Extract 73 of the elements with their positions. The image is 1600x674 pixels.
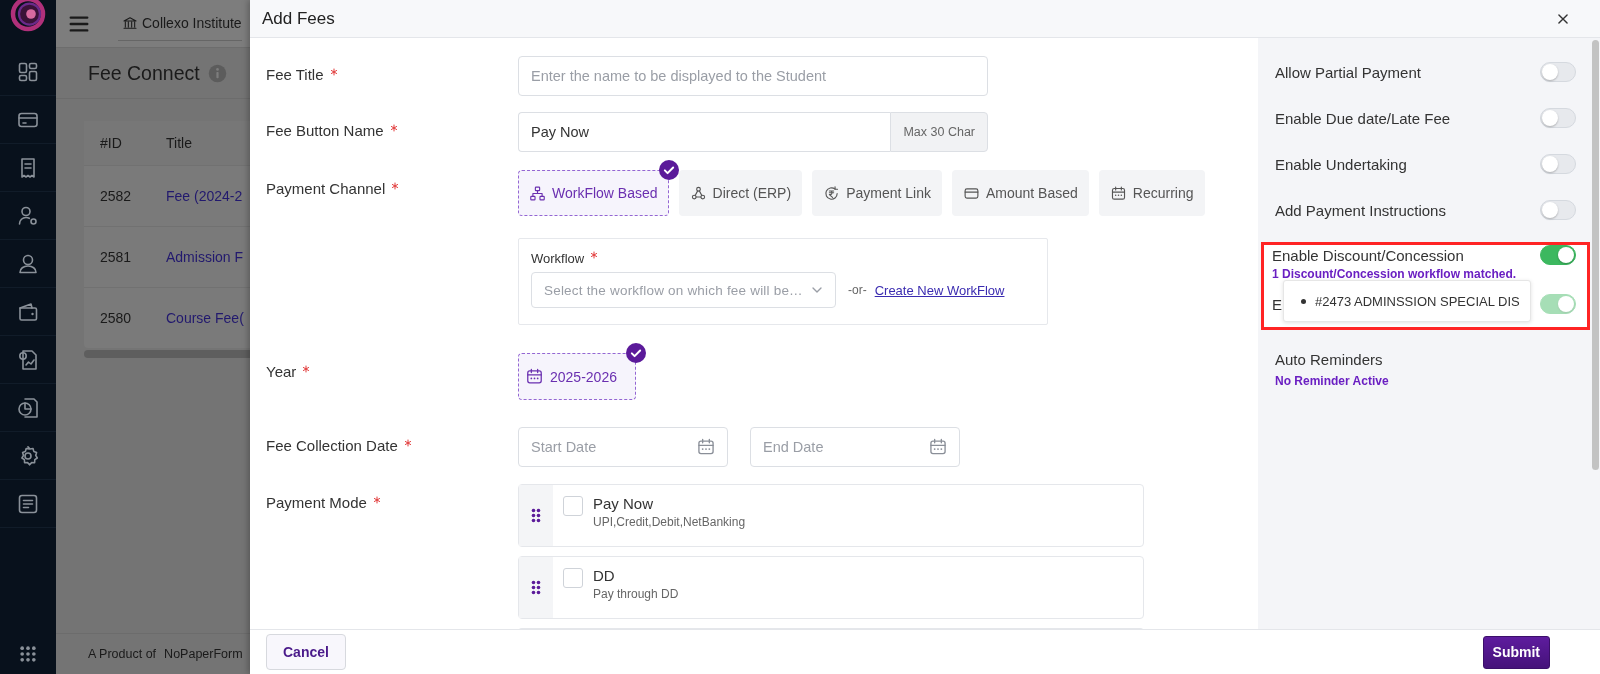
setting-label: Add Payment Instructions — [1275, 201, 1446, 219]
checkbox[interactable] — [563, 568, 583, 588]
brand-link[interactable]: NoPaperForm — [164, 647, 243, 661]
channel-option[interactable]: Recurring — [1098, 170, 1205, 216]
field-label: Fee Title — [266, 66, 324, 83]
reminder-status: No Reminder Active — [1275, 374, 1390, 388]
bank-icon — [122, 15, 138, 31]
check-badge-icon — [625, 343, 646, 363]
setting-label: Enable Discount/Concession — [1272, 246, 1464, 264]
drag-handle-icon[interactable] — [531, 580, 541, 595]
char-limit-label: Max 30 Char — [890, 112, 988, 152]
channel-option[interactable]: WorkFlow Based — [518, 170, 669, 216]
footer-text: A Product of — [88, 647, 157, 661]
table-cell-text: 2581 — [99, 249, 133, 265]
field-label: Fee Collection Date — [266, 437, 398, 454]
logo-icon — [10, 0, 46, 32]
check-badge-icon — [658, 160, 679, 180]
mode-name: Pay Now — [593, 495, 655, 512]
modal-title: Add Fees — [262, 8, 335, 29]
table-cell-text: 2580 — [99, 310, 133, 326]
horizontal-scrollbar[interactable] — [84, 350, 250, 358]
calendar-icon — [1109, 184, 1127, 202]
field-label: Fee Button Name — [266, 122, 384, 139]
channel-option[interactable]: Direct (ERP) — [678, 170, 803, 216]
setting-label: E — [1272, 295, 1282, 313]
field-label: Payment Channel — [266, 180, 386, 197]
matched-note: 1 Discount/Concession workflow matched. — [1272, 267, 1518, 281]
workflow-item: #2473 ADMINSSION SPECIAL DIS — [1315, 293, 1520, 309]
checkbox[interactable] — [563, 496, 583, 516]
setting-label: Enable Undertaking — [1275, 155, 1407, 173]
scrollbar[interactable] — [1592, 40, 1599, 470]
button-name-field[interactable]: Pay Now — [518, 112, 891, 152]
column-header: Title — [166, 135, 192, 151]
year-option[interactable]: 2025-2026 — [518, 353, 636, 400]
channel-option[interactable]: Amount Based — [951, 170, 1089, 216]
toggle-switch[interactable] — [1540, 200, 1576, 220]
mode-name: DD — [593, 567, 616, 584]
calendar-icon — [696, 437, 716, 457]
channel-option[interactable]: Payment Link — [812, 170, 942, 216]
field-label: Year — [266, 363, 297, 380]
mode-description: UPI,Credit,Debit,NetBanking — [593, 515, 746, 529]
separator-text: -or- — [848, 283, 867, 297]
setting-label: Auto Reminders — [1275, 351, 1384, 368]
table-cell-text: 2582 — [99, 188, 133, 204]
close-icon[interactable] — [1556, 11, 1570, 26]
cancel-button[interactable]: Cancel — [266, 634, 346, 670]
date-field[interactable]: Start Date — [518, 427, 728, 467]
toggle-switch[interactable] — [1540, 62, 1576, 82]
nodes-icon — [689, 184, 707, 202]
create-workflow-link[interactable]: Create New WorkFlow — [874, 282, 1005, 298]
toggle-switch[interactable] — [1540, 108, 1576, 128]
setting-label: Enable Due date/Late Fee — [1275, 109, 1451, 127]
report-icon[interactable] — [16, 347, 40, 372]
fee-title-field[interactable]: Enter the name to be displayed to the Student — [518, 56, 988, 96]
bullet-icon — [1301, 298, 1306, 304]
field-label: Payment Mode — [266, 494, 367, 511]
chart-icon[interactable] — [16, 395, 40, 420]
hierarchy-icon — [529, 184, 546, 202]
field-label: Workflow — [531, 251, 585, 266]
toggle-switch[interactable] — [1540, 245, 1576, 265]
column-header: #ID — [99, 135, 123, 151]
calendar-icon — [525, 367, 544, 386]
rupee-cycle-icon — [823, 184, 841, 202]
setting-label: Allow Partial Payment — [1275, 63, 1421, 81]
mode-description: Pay through DD — [593, 587, 679, 601]
apps-grid-icon[interactable] — [18, 644, 38, 664]
info-icon — [207, 63, 227, 83]
calendar-icon — [928, 437, 948, 457]
date-field[interactable]: End Date — [750, 427, 960, 467]
page-title: Fee Connect — [88, 61, 200, 85]
submit-button[interactable]: Submit — [1482, 635, 1550, 669]
toggle-switch[interactable] — [1540, 154, 1576, 174]
drag-handle-icon[interactable] — [531, 508, 541, 523]
